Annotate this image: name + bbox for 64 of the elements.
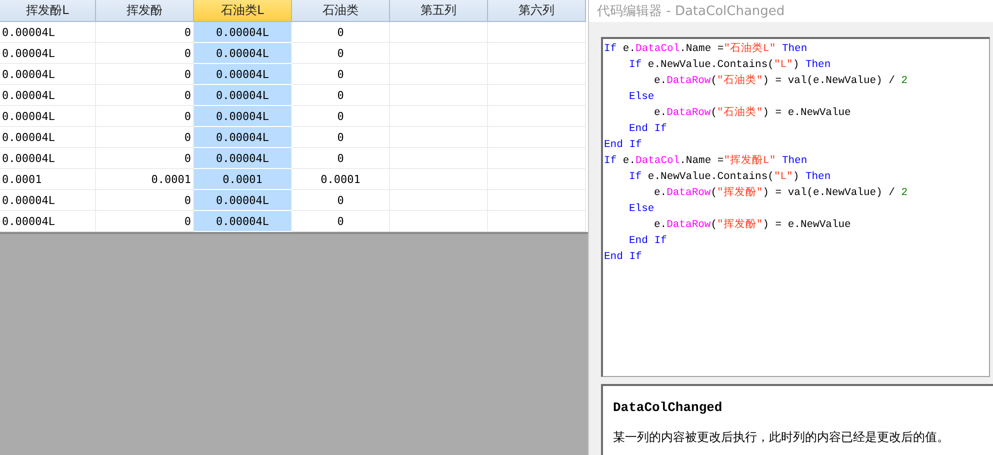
table-cell: 0 [96, 22, 194, 43]
code-line: Else [628, 90, 654, 105]
table-cell: 0 [292, 22, 390, 43]
column-header[interactable]: 石油类L [194, 0, 292, 22]
code-line: Else [628, 202, 654, 217]
table-cell: 0.00004L [194, 85, 292, 106]
code-line: e.DataRow("挥发酚") = val(e.NewValue) / 2 [653, 186, 908, 201]
table-cell: 0.00004L [0, 211, 96, 232]
table-cell: 0 [96, 85, 194, 106]
code-line: End If [628, 234, 667, 249]
table-cell: 0.00004L [194, 43, 292, 64]
window-title: 代码编辑器 - DataColChanged [589, 0, 993, 22]
code-line: e.DataRow("石油类") = val(e.NewValue) / 2 [653, 73, 908, 89]
table-cell: 0 [292, 211, 390, 232]
table-cell: 0 [292, 106, 390, 127]
table-cell: 0 [96, 64, 194, 85]
table-cell: 0.00004L [194, 148, 292, 169]
table-cell: 0.00004L [194, 64, 292, 85]
column-header[interactable]: 挥发酚 [96, 0, 194, 22]
table-cell: 0 [96, 106, 194, 127]
column-header[interactable]: 挥发酚L [0, 0, 96, 22]
table-cell: 0.00004L [194, 22, 292, 43]
table-cell: 0 [96, 190, 194, 211]
table-cell: 0.00004L [0, 148, 96, 169]
code-line: If e.NewValue.Contains("L") Then [628, 170, 831, 185]
code-line: End If [603, 138, 642, 153]
help-text: 某一列的内容被更改后执行，此时列的内容已经是更改后的值。 [613, 429, 950, 446]
table-cell: 0.0001 [0, 169, 96, 190]
table-cell: 0 [292, 190, 390, 211]
table-cell: 0.00004L [0, 127, 96, 148]
code-editor[interactable] [601, 37, 990, 377]
table-cell: 0.00004L [0, 64, 96, 85]
table-cell: 0.00004L [0, 85, 96, 106]
code-line: If e.DataCol.Name ="石油类L" Then [603, 41, 808, 57]
code-line: If e.NewValue.Contains("L") Then [628, 58, 831, 73]
table-cell: 0 [292, 127, 390, 148]
table-cell: 0 [96, 148, 194, 169]
column-header[interactable]: 第六列 [488, 0, 586, 22]
code-line: e.DataRow("石油类") = e.NewValue [653, 105, 851, 121]
column-header[interactable]: 石油类 [292, 0, 390, 22]
table-cell: 0.00004L [194, 106, 292, 127]
table-cell: 0.0001 [194, 169, 292, 190]
table-cell: 0 [292, 64, 390, 85]
table-cell: 0.00004L [194, 190, 292, 211]
table-cell: 0 [96, 43, 194, 64]
table-cell: 0.00004L [0, 43, 96, 64]
table-cell: 0.00004L [194, 127, 292, 148]
table-cell: 0.00004L [0, 190, 96, 211]
code-line: End If [628, 122, 667, 137]
table-cell: 0.00004L [194, 211, 292, 232]
table-cell: 0.00004L [0, 22, 96, 43]
code-line: e.DataRow("挥发酚") = e.NewValue [653, 218, 851, 233]
table-cell: 0 [96, 127, 194, 148]
table-cell: 0.00004L [0, 106, 96, 127]
table-cell: 0 [292, 85, 390, 106]
table-cell: 0.0001 [292, 169, 390, 190]
code-line: If e.DataCol.Name ="挥发酚L" Then [603, 154, 808, 169]
table-cell: 0.0001 [96, 169, 194, 190]
help-title: DataColChanged [613, 400, 724, 415]
column-header[interactable]: 第五列 [390, 0, 488, 22]
code-line: End If [603, 250, 642, 265]
table-cell: 0 [292, 148, 390, 169]
table-cell: 0 [96, 211, 194, 232]
table-cell: 0 [292, 43, 390, 64]
